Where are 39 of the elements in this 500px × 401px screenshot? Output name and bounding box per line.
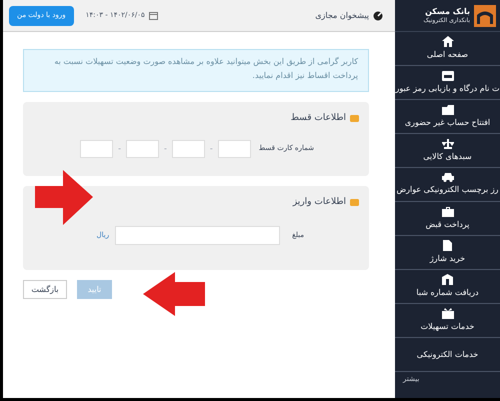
home-icon <box>442 36 454 47</box>
gift-icon <box>442 308 454 319</box>
card-icon <box>442 70 454 80</box>
scale-icon <box>442 138 454 148</box>
document-icon <box>443 240 452 251</box>
back-button[interactable]: بازگشت <box>23 280 67 299</box>
separator: - <box>210 142 213 154</box>
card-number-field[interactable] <box>172 140 205 158</box>
separator: - <box>164 142 167 154</box>
sidebar-item[interactable]: پرداخت قبض <box>395 202 500 236</box>
car-icon <box>442 173 454 182</box>
page-title: پیشخوان مجازی <box>315 10 369 22</box>
amount-field[interactable] <box>115 226 280 244</box>
tag-icon <box>350 115 359 122</box>
sidebar-item[interactable]: رز برچسب الکترونیکی عوارض <box>395 168 500 202</box>
arrow-icon <box>35 170 93 225</box>
sidebar-item[interactable]: ت نام درگاه و بازیابی رمز عبور <box>395 66 500 100</box>
sidebar-item[interactable]: دریافت شماره شبا <box>395 270 500 304</box>
separator: - <box>118 142 121 154</box>
card-number-field[interactable] <box>218 140 251 158</box>
section-title: اطلاعات قسط <box>290 112 346 125</box>
sidebar-item[interactable]: صفحه اصلی <box>395 32 500 66</box>
gauge-icon <box>373 10 383 20</box>
calendar-icon <box>148 12 158 20</box>
info-message: کاربر گرامی از طریق این بخش میتوانید علاوه بر مشاهده صورت وضعیت تسهیلات نسبت به پرداخت اقساط نیز اقدام نمایید. <box>23 49 369 92</box>
card-number-field[interactable] <box>80 140 114 158</box>
logo-icon <box>474 4 496 26</box>
briefcase-icon <box>442 206 454 216</box>
bank-name: بانک مسکن <box>424 6 470 17</box>
sidebar-item[interactable]: سبدهای کالایی <box>395 134 500 168</box>
sidebar-item[interactable]: افتتاح حساب غیر حضوری <box>395 100 500 134</box>
section-title: اطلاعات واریز <box>292 196 346 209</box>
folder-icon <box>442 104 454 114</box>
sidebar-item[interactable]: خدمات الکترونیکی <box>395 338 500 372</box>
arrow-icon <box>143 272 205 316</box>
wallet-icon <box>350 199 359 206</box>
sidebar-item[interactable]: خدمات تسهیلات <box>395 304 500 338</box>
card-number-field[interactable] <box>126 140 159 158</box>
sidebar-item[interactable]: خرید شارژ <box>395 236 500 270</box>
